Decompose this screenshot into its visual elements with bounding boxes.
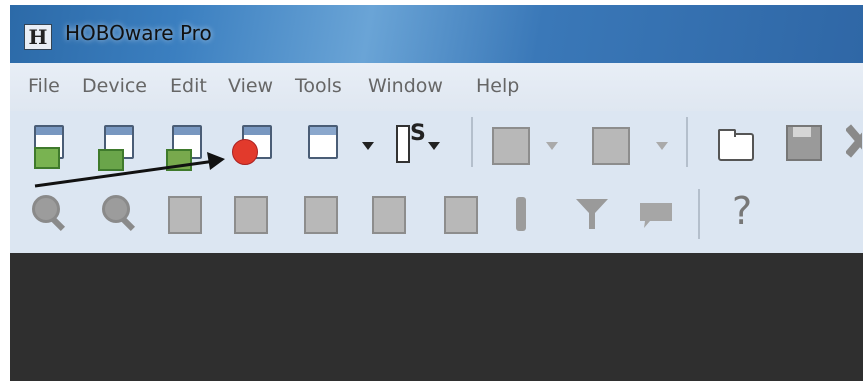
main-content-area (10, 253, 863, 381)
